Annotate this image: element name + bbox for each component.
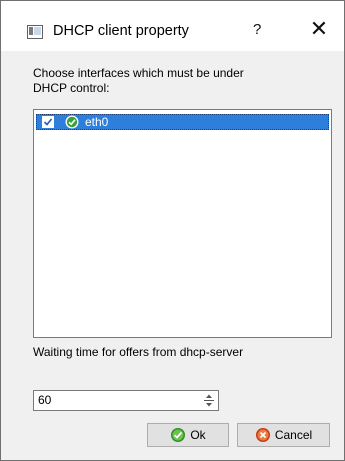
interfaces-list[interactable]: eth0 [33, 109, 332, 338]
window-app-icon [27, 25, 43, 39]
spin-down-arrow-icon[interactable] [202, 401, 216, 409]
dhcp-client-property-dialog: DHCP client property ? ✕ Choose interfac… [0, 0, 345, 461]
waiting-time-input[interactable] [36, 392, 195, 408]
spin-buttons [202, 392, 216, 409]
interfaces-label: Choose interfaces which must be under DH… [33, 66, 244, 95]
check-circle-icon [65, 115, 79, 129]
cancel-x-icon [255, 428, 270, 442]
window-title: DHCP client property [53, 23, 189, 39]
ok-button[interactable]: Ok [147, 423, 229, 447]
cancel-button-label: Cancel [274, 428, 313, 442]
list-item-label: eth0 [85, 115, 109, 129]
eth0-checkbox[interactable] [42, 116, 54, 128]
cancel-button[interactable]: Cancel [237, 423, 330, 447]
title-bar: DHCP client property ? ✕ [1, 1, 344, 51]
list-item-eth0[interactable]: eth0 [36, 114, 329, 130]
close-button[interactable]: ✕ [307, 17, 331, 41]
checkmark-icon [43, 118, 53, 126]
waiting-time-label: Waiting time for offers from dhcp-server [33, 345, 244, 359]
waiting-time-spinbox[interactable] [33, 390, 219, 411]
spin-up-arrow-icon[interactable] [202, 392, 216, 400]
ok-check-icon [171, 428, 186, 442]
ok-button-label: Ok [190, 428, 206, 442]
help-button[interactable]: ? [253, 21, 261, 38]
